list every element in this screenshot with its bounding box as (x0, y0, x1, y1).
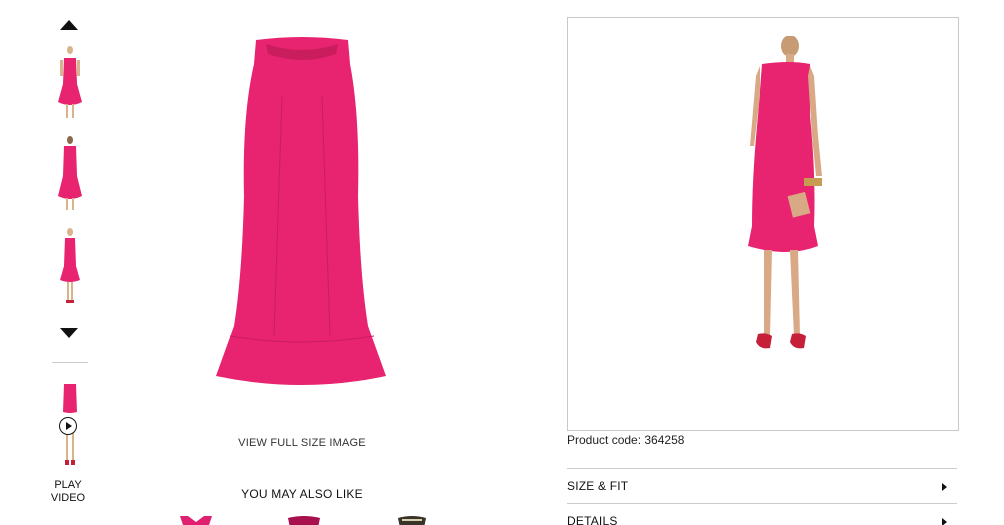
divider (567, 468, 957, 469)
product-code: Product code: 364258 (567, 433, 685, 447)
chevron-right-icon (942, 518, 947, 525)
chevron-right-icon (942, 483, 947, 491)
dress-model-thumbnail (60, 228, 80, 303)
accordion-details[interactable]: DETAILS (567, 505, 957, 525)
accordion-label: DETAILS (567, 514, 618, 525)
view-full-size-link[interactable]: VIEW FULL SIZE IMAGE (202, 437, 402, 449)
recommended-item[interactable] (176, 515, 216, 525)
play-video-label[interactable]: PLAY VIDEO (38, 479, 98, 505)
you-may-also-like-heading: YOU MAY ALSO LIKE (241, 487, 363, 501)
model-image (748, 36, 822, 349)
scroll-up-arrow-icon[interactable] (60, 20, 78, 30)
thumbnail-divider (52, 362, 88, 363)
thumbnail-side[interactable] (50, 226, 90, 304)
dress-model-thumbnail (58, 46, 82, 118)
play-icon[interactable] (59, 417, 77, 435)
divider (567, 503, 957, 504)
main-product-image[interactable] (210, 36, 394, 386)
thumbnail-front[interactable] (50, 44, 90, 122)
zoom-view-panel[interactable] (567, 17, 959, 431)
scroll-down-arrow-icon[interactable] (60, 328, 78, 338)
accordion-size-fit[interactable]: SIZE & FIT (567, 470, 957, 502)
dress-image (398, 516, 426, 525)
dress-image (216, 37, 386, 385)
dress-image (180, 516, 212, 525)
dress-model-thumbnail (58, 136, 82, 210)
recommended-item[interactable] (284, 515, 324, 525)
dress-image (288, 516, 320, 525)
recommended-item[interactable] (392, 515, 432, 525)
thumbnail-back[interactable] (50, 134, 90, 212)
accordion-label: SIZE & FIT (567, 479, 629, 493)
